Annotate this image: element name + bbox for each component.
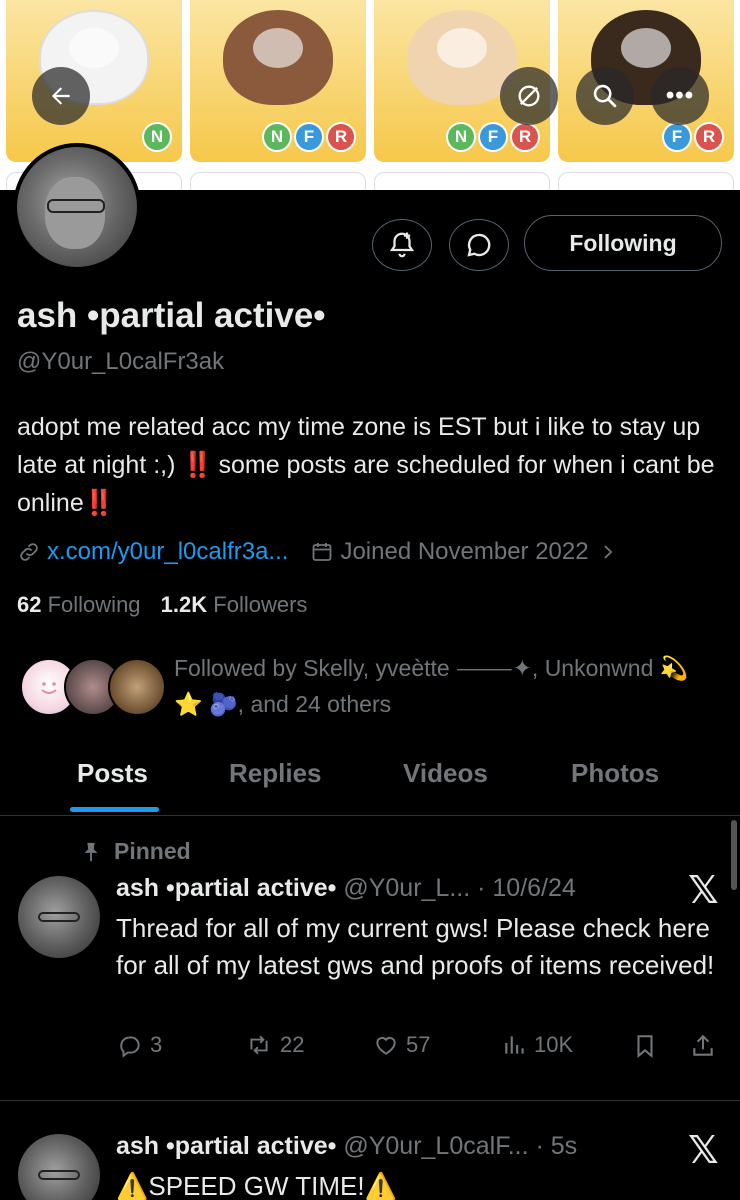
banner-tile-next — [374, 172, 550, 190]
badge-r: R — [694, 122, 724, 152]
badge-f: F — [662, 122, 692, 152]
share-button[interactable] — [690, 1032, 716, 1060]
profile-avatar[interactable] — [13, 143, 141, 271]
tab-photos[interactable]: Photos — [571, 758, 659, 789]
like-button[interactable]: 57 — [372, 1032, 430, 1058]
avatar — [108, 658, 166, 716]
badge-group: F R — [662, 122, 724, 152]
reply-count: 3 — [150, 1032, 163, 1057]
repost-count: 22 — [280, 1032, 305, 1057]
share-icon — [693, 1034, 713, 1056]
profile-bio: adopt me related acc my time zone is EST… — [17, 408, 727, 522]
bookmark-button[interactable] — [632, 1032, 658, 1060]
banner-tile-next — [558, 172, 734, 190]
double-exclamation-icon: ‼️ — [182, 451, 213, 479]
mute-button[interactable] — [500, 67, 558, 125]
like-count: 57 — [406, 1032, 431, 1057]
badge-r: R — [326, 122, 356, 152]
post-handle-date[interactable]: @Y0ur_L... · 10/6/24 — [343, 874, 575, 902]
pin-icon — [84, 842, 98, 861]
back-button[interactable] — [32, 67, 90, 125]
mute-icon — [518, 85, 540, 107]
badge-n: N — [142, 122, 172, 152]
following-label: Following — [47, 592, 141, 617]
profile-meta: x.com/y0ur_l0calfr3a... Joined November … — [17, 538, 617, 566]
post-header: ash •partial active• @Y0ur_L0calF... · 5… — [116, 1132, 577, 1161]
bell-plus-icon — [389, 232, 415, 258]
views-chart-icon — [505, 1036, 524, 1054]
link-icon — [17, 540, 41, 564]
reply-button[interactable]: 3 — [116, 1032, 162, 1058]
calendar-icon — [310, 540, 334, 564]
post-text[interactable]: Thread for all of my current gws! Please… — [116, 910, 726, 984]
post-avatar[interactable] — [18, 876, 100, 958]
badge-group: N F R — [446, 122, 540, 152]
repost-button[interactable]: 22 — [244, 1032, 304, 1058]
tab-videos[interactable]: Videos — [403, 758, 488, 789]
follow-counts: 62 Following 1.2K Followers — [17, 592, 307, 618]
followers-label: Followers — [213, 592, 308, 617]
search-button[interactable] — [576, 67, 634, 125]
profile-handle: @Y0ur_L0calFr3ak — [17, 348, 225, 375]
badge-r: R — [510, 122, 540, 152]
notifications-button[interactable] — [372, 219, 432, 271]
profile-link[interactable]: x.com/y0ur_l0calfr3a... — [47, 538, 288, 566]
x-logo-icon: 𝕏 — [688, 868, 719, 912]
banner-tile: N F R — [190, 0, 366, 162]
banner-tile-next — [190, 172, 366, 190]
post-header: ash •partial active• @Y0ur_L... · 10/6/2… — [116, 874, 576, 903]
followers-count: 1.2K — [160, 592, 208, 617]
pinned-text: Pinned — [114, 838, 191, 864]
post-actions: 3 22 57 10K — [116, 1032, 726, 1066]
message-bubble-icon — [467, 233, 491, 257]
followed-by-line: Followed by Skelly, yveètte ⸻✦, Unkonwnd… — [174, 655, 689, 681]
badge-n: N — [262, 122, 292, 152]
double-exclamation-icon: ‼️ — [83, 489, 115, 517]
scrollbar[interactable] — [731, 820, 737, 890]
followed-by-text[interactable]: Followed by Skelly, yveètte ⸻✦, Unkonwnd… — [174, 650, 714, 722]
following-count: 62 — [17, 592, 42, 617]
post-avatar[interactable] — [18, 1134, 100, 1200]
profile-name: ash •partial active• — [17, 296, 326, 335]
joined-date: Joined November 2022 — [340, 538, 589, 565]
post-divider — [0, 1100, 740, 1101]
more-button[interactable]: ••• — [651, 67, 709, 125]
banner-tile: N — [6, 0, 182, 162]
following-count-link[interactable]: 62 Following — [17, 592, 141, 617]
post-text[interactable]: ⚠️SPEED GW TIME!⚠️ — [116, 1168, 726, 1200]
views-button[interactable]: 10K — [502, 1032, 573, 1058]
post-author-name[interactable]: ash •partial active• — [116, 1132, 336, 1160]
followed-by-line: ⭐ 🫐, and 24 others — [174, 691, 392, 717]
chevron-right-icon[interactable] — [599, 542, 617, 562]
badge-f: F — [478, 122, 508, 152]
heart-icon — [376, 1037, 396, 1055]
followers-count-link[interactable]: 1.2K Followers — [161, 592, 308, 617]
following-button[interactable]: Following — [524, 215, 722, 271]
tab-replies[interactable]: Replies — [229, 758, 322, 789]
message-button[interactable] — [449, 219, 509, 271]
tab-posts[interactable]: Posts — [77, 758, 148, 789]
search-icon — [593, 84, 617, 108]
badge-f: F — [294, 122, 324, 152]
profile-tabs: Posts Replies Videos Photos — [0, 750, 740, 816]
badge-group: N — [142, 122, 172, 152]
x-logo-icon: 𝕏 — [688, 1128, 719, 1172]
pet-image — [223, 10, 333, 105]
reply-icon — [120, 1036, 140, 1058]
badge-group: N F R — [262, 122, 356, 152]
view-count: 10K — [534, 1032, 574, 1057]
bookmark-icon — [637, 1035, 653, 1058]
pinned-label: Pinned — [80, 838, 191, 865]
back-arrow-icon — [51, 87, 70, 105]
repost-icon — [250, 1035, 268, 1055]
post-handle-date[interactable]: @Y0ur_L0calF... · 5s — [343, 1132, 577, 1160]
active-tab-indicator — [70, 807, 159, 812]
badge-n: N — [446, 122, 476, 152]
post-author-name[interactable]: ash •partial active• — [116, 874, 336, 902]
